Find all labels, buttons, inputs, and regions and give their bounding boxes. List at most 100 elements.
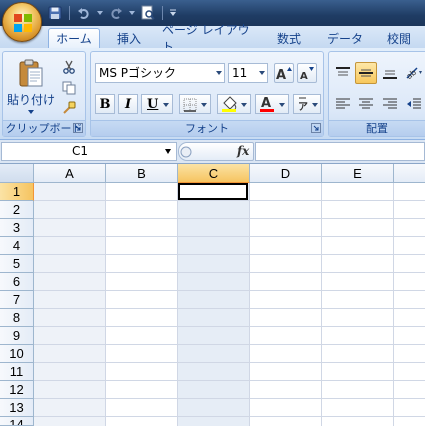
font-dialog-launcher-icon[interactable] [311,123,321,133]
orientation-button[interactable]: ab [403,62,425,84]
underline-button[interactable]: U [141,94,173,114]
formula-input[interactable] [255,142,425,161]
fill-color-button[interactable] [217,94,251,114]
redo-dropdown-icon[interactable] [128,4,136,22]
gridline [34,416,425,417]
gridline [249,183,250,426]
gridline [34,290,425,291]
align-bottom-button[interactable] [379,62,401,84]
customize-icon[interactable] [168,4,178,22]
underline-dropdown-icon[interactable] [163,103,169,107]
tab-page-layout[interactable]: ページ レイアウト [162,23,258,54]
paste-button[interactable]: 貼り付け [7,56,55,118]
font-name-value: MS Pゴシック [99,66,177,80]
alignment-group: ab 配置 [328,51,425,137]
row-header-9[interactable]: 9 [0,327,34,345]
row-header-6[interactable]: 6 [0,273,34,291]
column-a-band [34,183,106,426]
font-color-dropdown-icon[interactable] [279,103,285,107]
tab-home[interactable]: ホーム [48,28,100,48]
align-top-button[interactable] [332,62,354,84]
undo-icon[interactable] [75,4,93,22]
svg-text:A: A [261,96,271,111]
print-preview-icon[interactable] [139,4,157,22]
gridline [34,308,425,309]
cut-button[interactable] [59,58,79,76]
name-box-dropdown-icon[interactable] [165,149,171,154]
grow-font-button[interactable]: A [274,63,294,83]
formula-controls: fx [178,142,254,161]
bold-button[interactable]: B [95,94,115,114]
tab-insert[interactable]: 挿入 [106,28,152,48]
gridline [177,183,178,426]
decrease-indent-icon [407,98,421,109]
expand-circle-icon[interactable] [180,146,192,158]
font-name-combo[interactable]: MS Pゴシック [95,63,225,83]
insert-function-button[interactable]: fx [237,144,249,158]
borders-button[interactable] [179,94,211,114]
borders-dropdown-icon[interactable] [201,103,207,107]
align-middle-button[interactable] [355,62,377,84]
gridline [34,272,425,273]
align-left-icon [336,98,350,109]
name-box[interactable]: C1 [1,142,177,161]
column-header-d[interactable]: D [250,164,322,183]
tab-data[interactable]: データ [320,28,370,48]
row-header-11[interactable]: 11 [0,363,34,381]
column-header-partial[interactable] [394,164,425,183]
grow-font-icon: A [276,67,292,80]
gridline [34,326,425,327]
svg-text:A: A [276,68,286,80]
font-color-button[interactable]: A [255,94,289,114]
active-cell[interactable] [178,183,248,200]
svg-text:ア: ア [298,101,308,112]
row-header-14[interactable]: 14 [0,417,34,426]
column-header-a[interactable]: A [34,164,106,183]
paste-icon [19,59,43,87]
paste-dropdown-icon[interactable] [28,110,34,114]
row-header-4[interactable]: 4 [0,237,34,255]
align-center-button[interactable] [355,94,377,114]
gridline [34,362,425,363]
clipboard-dialog-launcher-icon[interactable] [73,123,83,133]
align-left-button[interactable] [332,94,354,114]
tab-formulas[interactable]: 数式 [266,28,312,48]
row-header-2[interactable]: 2 [0,201,34,219]
align-center-icon [359,98,373,109]
row-header-12[interactable]: 12 [0,381,34,399]
font-group: MS Pゴシック 11 A A B I U A ア フォント [90,51,324,137]
row-header-1[interactable]: 1 [0,183,34,201]
format-painter-button[interactable] [59,99,79,117]
column-header-c[interactable]: C [178,164,250,183]
font-size-combo[interactable]: 11 [228,63,268,83]
italic-button[interactable]: I [118,94,138,114]
toolbar-separator [69,6,70,20]
row-header-3[interactable]: 3 [0,219,34,237]
redo-icon[interactable] [107,4,125,22]
decrease-indent-button[interactable] [403,94,425,114]
ribbon: 貼り付け クリップボード MS Pゴシック 11 A A B I U A ア フ… [0,48,425,140]
tab-review[interactable]: 校閲 [376,28,422,48]
align-right-icon [383,98,397,109]
shrink-font-button[interactable]: A [297,63,317,83]
row-header-13[interactable]: 13 [0,399,34,417]
select-all-corner[interactable] [0,164,34,183]
column-c-band [178,183,250,426]
align-right-button[interactable] [379,94,401,114]
column-header-e[interactable]: E [322,164,394,183]
phonetic-guide-button[interactable]: ア [293,94,321,114]
copy-button[interactable] [59,79,79,97]
row-header-5[interactable]: 5 [0,255,34,273]
save-icon[interactable] [46,4,64,22]
office-button[interactable] [2,2,42,42]
row-header-8[interactable]: 8 [0,309,34,327]
phonetic-guide-dropdown-icon[interactable] [312,103,318,107]
undo-dropdown-icon[interactable] [96,4,104,22]
font-name-dropdown-icon[interactable] [216,71,222,75]
font-size-dropdown-icon[interactable] [259,71,265,75]
fill-color-dropdown-icon[interactable] [241,103,247,107]
row-header-10[interactable]: 10 [0,345,34,363]
row-header-7[interactable]: 7 [0,291,34,309]
column-header-b[interactable]: B [106,164,178,183]
scissors-icon [63,60,75,74]
